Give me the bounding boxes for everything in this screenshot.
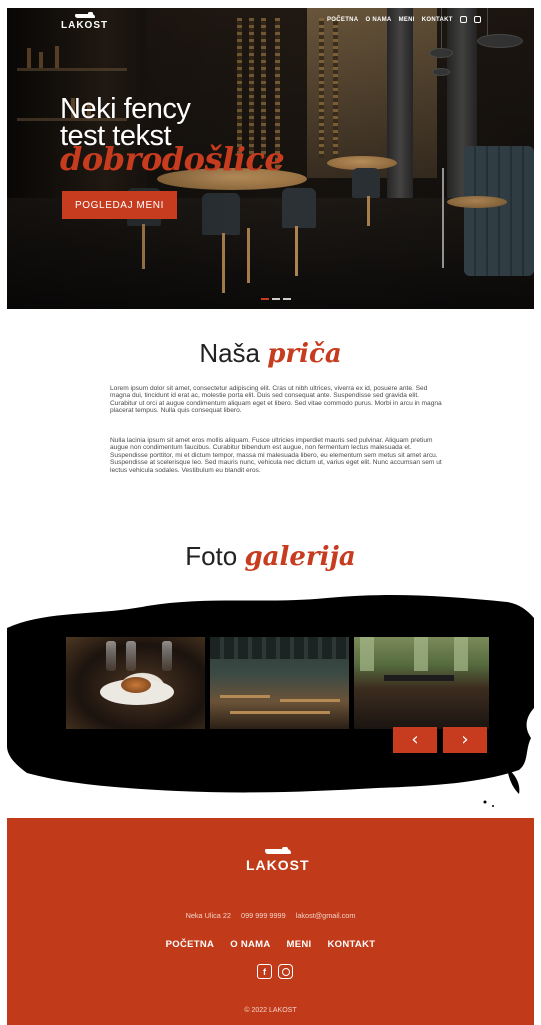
footer-copyright: © 2022 LAKOST [244,1007,297,1014]
gallery-next-button[interactable]: › [443,727,487,753]
gallery-photo-2[interactable] [210,637,349,729]
page: LAKOST POČETNA O NAMA MENI KONTAKT Neki … [7,8,534,1025]
story-title: Naša priča [7,338,534,369]
gallery-photo-1[interactable] [66,637,205,729]
story-paragraph-1: Lorem ipsum dolor sit amet, consectetur … [110,385,442,415]
slider-dot-3[interactable] [283,298,291,300]
story-paragraph-2: Nulla lacinia ipsum sit amet eros mollis… [110,437,442,474]
slider-dot-1[interactable] [261,298,269,300]
nav-item-meni[interactable]: MENI [399,17,415,23]
footer-social: f [257,964,293,979]
nav-item-pocetna[interactable]: POČETNA [327,17,358,23]
gallery-title: Foto galerija [7,541,534,572]
footer: LAKOST Neka Ulica 22 099 999 9999 lakost… [7,818,534,1025]
nav-item-kontakt[interactable]: KONTAKT [422,17,453,23]
footer-phone[interactable]: 099 999 9999 [241,911,286,920]
hero-section: LAKOST POČETNA O NAMA MENI KONTAKT Neki … [7,8,534,309]
crocodile-logo-icon [74,12,95,20]
gallery-title-script: galerija [244,542,356,572]
hero-slider-dots [261,298,291,300]
gallery-prev-button[interactable]: ‹ [393,727,437,753]
hero-title-line1: Neki fency [60,93,191,125]
footer-contact: Neka Ulica 22 099 999 9999 lakost@gmail.… [7,911,534,920]
footer-logo-text: LAKOST [246,857,310,873]
gallery-photo-3[interactable] [354,637,489,729]
footer-address: Neka Ulica 22 [185,911,231,920]
footer-logo[interactable]: LAKOST [246,847,310,873]
footer-nav-meni[interactable]: MENI [287,939,312,950]
facebook-icon[interactable]: f [257,964,272,979]
crocodile-logo-icon [264,847,291,857]
header-logo-text: LAKOST [61,20,109,31]
instagram-icon[interactable] [278,964,293,979]
footer-nav-kontakt[interactable]: KONTAKT [328,939,376,950]
hero-title: Neki fency test tekst dobrodošlice [60,93,285,178]
gallery-title-plain: Foto [185,541,238,571]
header-logo[interactable]: LAKOST [61,12,108,31]
story-title-script: priča [267,339,342,369]
story-title-plain: Naša [199,338,261,368]
slider-dot-2[interactable] [272,298,280,300]
instagram-icon[interactable] [473,16,481,23]
footer-email[interactable]: lakost@gmail.com [296,911,356,920]
nav-item-o-nama[interactable]: O NAMA [365,17,391,23]
footer-nav-o-nama[interactable]: O NAMA [230,939,270,950]
footer-nav-pocetna[interactable]: POČETNA [166,939,215,950]
header-nav: POČETNA O NAMA MENI KONTAKT [327,16,481,23]
footer-nav: POČETNA O NAMA MENI KONTAKT [7,939,534,950]
hero-title-script: dobrodošlice [60,140,285,178]
facebook-icon[interactable] [459,16,467,23]
view-menu-button[interactable]: POGLEDAJ MENI [62,191,177,219]
